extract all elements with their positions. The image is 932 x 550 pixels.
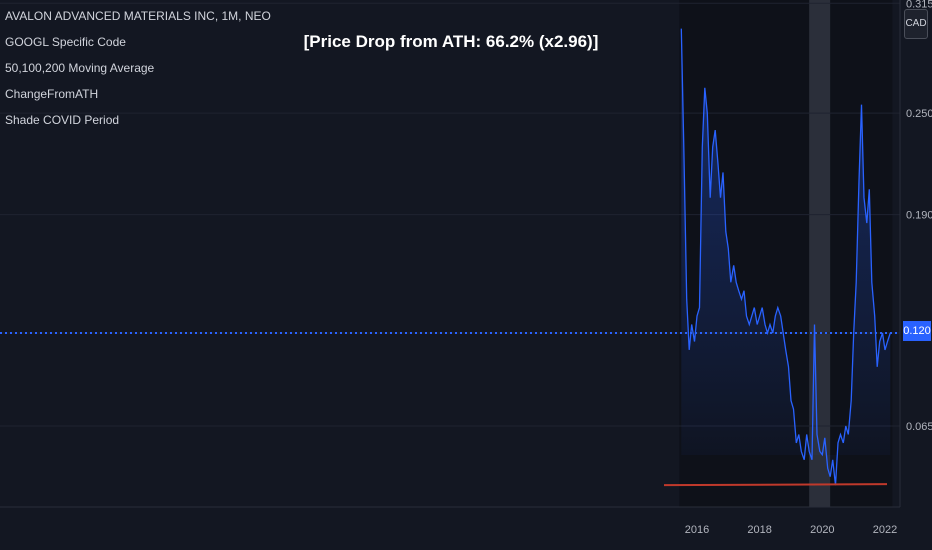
last-price-label: 0.120 — [903, 321, 931, 341]
currency-badge[interactable]: CAD — [904, 9, 928, 39]
y-tick-label: 0.190 — [906, 210, 932, 222]
y-tick-label: 0.250 — [906, 108, 932, 120]
ath-reference-line — [663, 483, 888, 487]
legend-indicator-moving-average[interactable]: 50,100,200 Moving Average — [5, 55, 271, 81]
legend-symbol[interactable]: AVALON ADVANCED MATERIALS INC, 1M, NEO — [5, 3, 271, 29]
x-tick-label: 2016 — [685, 524, 709, 536]
ath-drop-annotation: [Price Drop from ATH: 66.2% (x2.96)] — [303, 32, 599, 51]
x-tick-label: 2018 — [747, 524, 771, 536]
x-tick-label: 2022 — [873, 524, 897, 536]
y-tick-label: 0.065 — [906, 421, 932, 433]
legend-indicator-covid-shade[interactable]: Shade COVID Period — [5, 107, 271, 133]
x-tick-label: 2020 — [810, 524, 834, 536]
legend-indicator-change-from-ath[interactable]: ChangeFromATH — [5, 81, 271, 107]
